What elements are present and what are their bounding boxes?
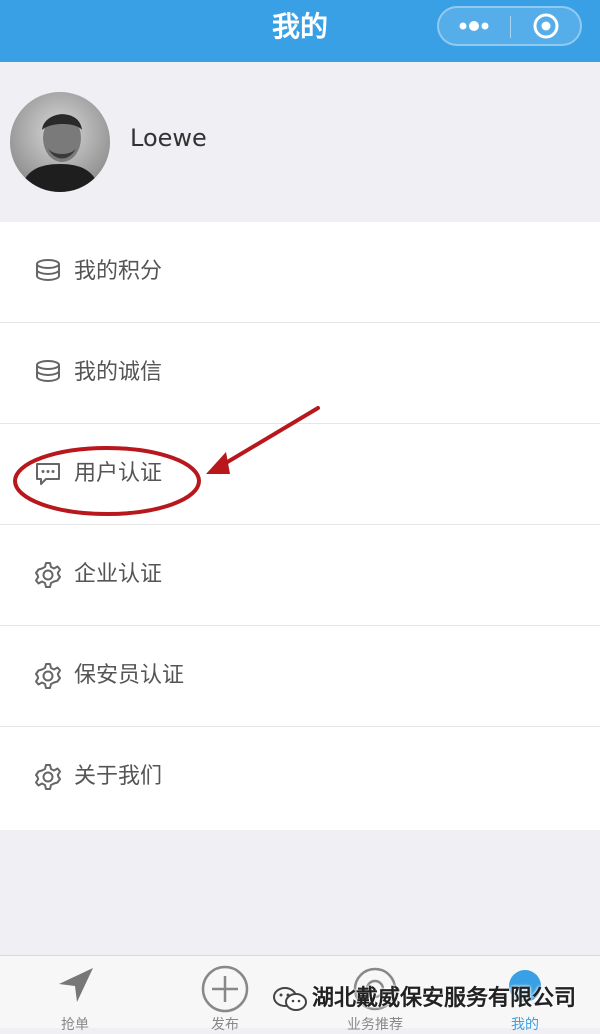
tab-label: 我的 xyxy=(511,1017,539,1033)
tab-grab-order[interactable]: 抢单 xyxy=(0,956,150,1033)
gear-icon xyxy=(35,663,61,689)
menu-item-credit[interactable]: 我的诚信 xyxy=(0,323,600,424)
gear-icon xyxy=(35,764,61,790)
menu-item-company-verification[interactable]: 企业认证 xyxy=(0,525,600,626)
close-button[interactable] xyxy=(511,8,581,44)
menu-item-about-us[interactable]: 关于我们 xyxy=(0,727,600,828)
target-circle-icon xyxy=(533,13,559,39)
more-button[interactable] xyxy=(439,8,510,44)
wechat-logo-icon xyxy=(273,987,307,1011)
navigation-arrow-icon xyxy=(59,968,93,1002)
menu-item-label: 我的诚信 xyxy=(74,360,163,385)
profile-section[interactable]: Loewe xyxy=(0,62,600,222)
more-dots-icon xyxy=(459,21,489,31)
menu-list: 我的积分 我的诚信 用户认证 企业认证 保安员认证 关于我们 xyxy=(0,222,600,830)
gear-icon xyxy=(35,562,61,588)
watermark-text: 湖北戴威保安服务有限公司 xyxy=(312,986,577,1011)
menu-item-label: 用户认证 xyxy=(74,461,163,486)
menu-item-user-verification[interactable]: 用户认证 xyxy=(0,424,600,525)
menu-item-label: 企业认证 xyxy=(74,562,163,587)
tab-label: 抢单 xyxy=(61,1017,89,1033)
menu-item-guard-verification[interactable]: 保安员认证 xyxy=(0,626,600,727)
menu-item-label: 我的积分 xyxy=(74,259,163,284)
username: Loewe xyxy=(130,124,207,152)
menu-item-label: 保安员认证 xyxy=(74,663,185,688)
coin-stack-icon xyxy=(36,360,60,383)
menu-item-points[interactable]: 我的积分 xyxy=(0,222,600,323)
chat-bubble-icon xyxy=(36,463,60,485)
tab-label: 发布 xyxy=(211,1017,239,1033)
nav-header: 我的 xyxy=(0,0,600,62)
mini-program-capsule xyxy=(437,6,582,46)
avatar[interactable] xyxy=(10,92,110,192)
tab-label: 业务推荐 xyxy=(347,1017,403,1033)
menu-item-label: 关于我们 xyxy=(74,764,163,789)
coin-stack-icon xyxy=(36,259,60,282)
plus-circle-icon xyxy=(201,965,249,1013)
